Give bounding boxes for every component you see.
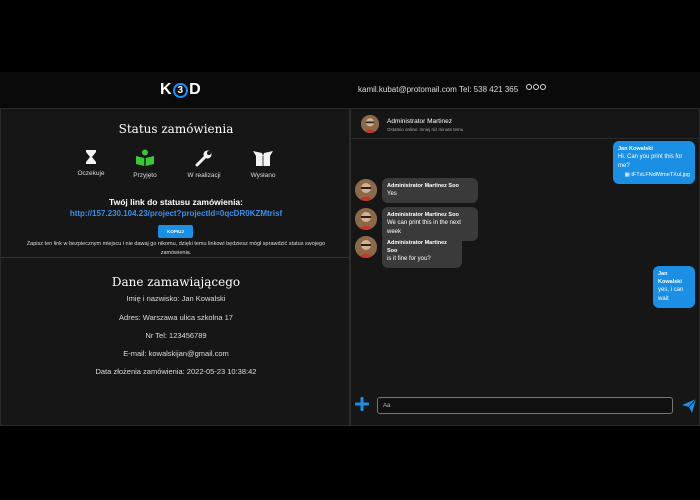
message-text: Yes — [387, 191, 397, 197]
link-note: Zapisz ten link w bezpiecznym miejscu i … — [11, 240, 341, 258]
step-accepted: Przyjęto — [115, 149, 175, 179]
box-icon — [253, 151, 273, 166]
message-composer — [351, 391, 699, 425]
message-sender: Jan Kowalski — [618, 146, 653, 152]
chat-panel: Administrator Martinez Ostatnio online: … — [350, 108, 700, 426]
contact-phone[interactable]: Tel: 538 421 365 — [459, 85, 518, 94]
top-bar: K 3 D kamil.kubat@protomail.com Tel: 538… — [0, 72, 700, 108]
copy-link-button[interactable]: KOPIUJ — [158, 225, 193, 238]
step-in-progress: W realizacji — [174, 149, 234, 179]
order-date: Data złożenia zamówienia: 2022-05-23 10:… — [95, 367, 257, 376]
other-social-icon[interactable] — [540, 84, 546, 90]
order-status-title: Status zamówienia — [118, 122, 234, 136]
message-sender: Jan Kowalski — [658, 271, 682, 285]
step-label-waiting: Oczekuje — [77, 170, 105, 177]
avatar — [355, 208, 377, 230]
message-outgoing: Jan Kowalski yes, i can wait — [653, 266, 695, 308]
message-incoming: Administrator Martinez Soo is it fine fo… — [382, 235, 462, 268]
message-sender: Administrator Martinez Soo — [387, 183, 459, 189]
logo-letter-k: K — [160, 81, 173, 98]
contact-email[interactable]: kamil.kubat@protomail.com — [358, 85, 457, 94]
facebook-icon[interactable] — [526, 84, 532, 90]
message-input[interactable] — [377, 397, 673, 414]
attachment-name: tFTxLFNdlWmeTXul.jpg — [631, 172, 690, 178]
link-note-line1: Zapisz ten link w bezpiecznym miejscu i … — [26, 241, 326, 247]
message-sender: Administrator Martinez Soo — [387, 240, 447, 254]
section-divider — [1, 257, 349, 258]
chat-header: Administrator Martinez Ostatnio online: … — [351, 109, 699, 139]
message-incoming: Administrator Martinez Soo Yes — [382, 178, 478, 203]
status-link-heading: Twój link do statusu zamówienia: — [109, 197, 243, 207]
link-note-line2: zamówienia. — [160, 250, 192, 256]
order-panel: Status zamówienia Oczekuje Przyjęto W re… — [0, 108, 350, 426]
avatar — [355, 179, 377, 201]
message-sender: Administrator Martinez Soo — [387, 212, 459, 218]
customer-phone: Nr Tel: 123456789 — [145, 331, 207, 340]
status-link[interactable]: http://157.230.104.23/project?projectId=… — [1, 209, 351, 218]
avatar — [355, 236, 377, 258]
logo-letter-d: D — [189, 81, 202, 98]
customer-data-title: Dane zamawiającego — [111, 275, 241, 289]
status-steps: Oczekuje Przyjęto W realizacji Wysłano — [1, 149, 351, 189]
customer-address: Adres: Warszawa ulica szkolna 17 — [119, 313, 233, 322]
step-shipped: Wysłano — [233, 149, 293, 179]
message-text: yes, i can wait — [658, 287, 684, 302]
logo[interactable]: K 3 D — [160, 80, 201, 100]
step-label-in-progress: W realizacji — [187, 172, 221, 179]
person-photo-icon — [355, 236, 377, 258]
customer-email: E-mail: kowalskijan@gmail.com — [123, 349, 229, 358]
send-icon[interactable] — [681, 398, 697, 414]
step-waiting: Oczekuje — [61, 149, 121, 177]
person-photo-icon — [355, 179, 377, 201]
person-photo-icon — [355, 208, 377, 230]
instagram-icon[interactable] — [533, 84, 539, 90]
message-attachment[interactable]: ▦ tFTxLFNdlWmeTXul.jpg — [618, 171, 690, 180]
message-text: Hi. Can you print this for me? — [618, 154, 683, 169]
step-label-shipped: Wysłano — [250, 172, 276, 179]
logo-ring: 3 — [173, 82, 189, 98]
social-links — [526, 84, 546, 90]
wrench-icon — [195, 150, 212, 167]
person-photo-icon — [361, 115, 379, 133]
message-outgoing: Jan Kowalski Hi. Can you print this for … — [613, 141, 695, 184]
step-label-accepted: Przyjęto — [133, 172, 157, 179]
avatar — [361, 115, 379, 133]
customer-name: Imię i nazwisko: Jan Kowalski — [126, 294, 226, 303]
plus-icon[interactable] — [355, 397, 369, 411]
chat-contact-name: Administrator Martinez — [387, 118, 453, 125]
book-icon — [136, 149, 154, 166]
chat-contact-status: Ostatnio online: mniej niż minute temu — [387, 127, 464, 132]
hourglass-icon — [86, 150, 96, 164]
message-text: is it fine for you? — [387, 256, 431, 262]
